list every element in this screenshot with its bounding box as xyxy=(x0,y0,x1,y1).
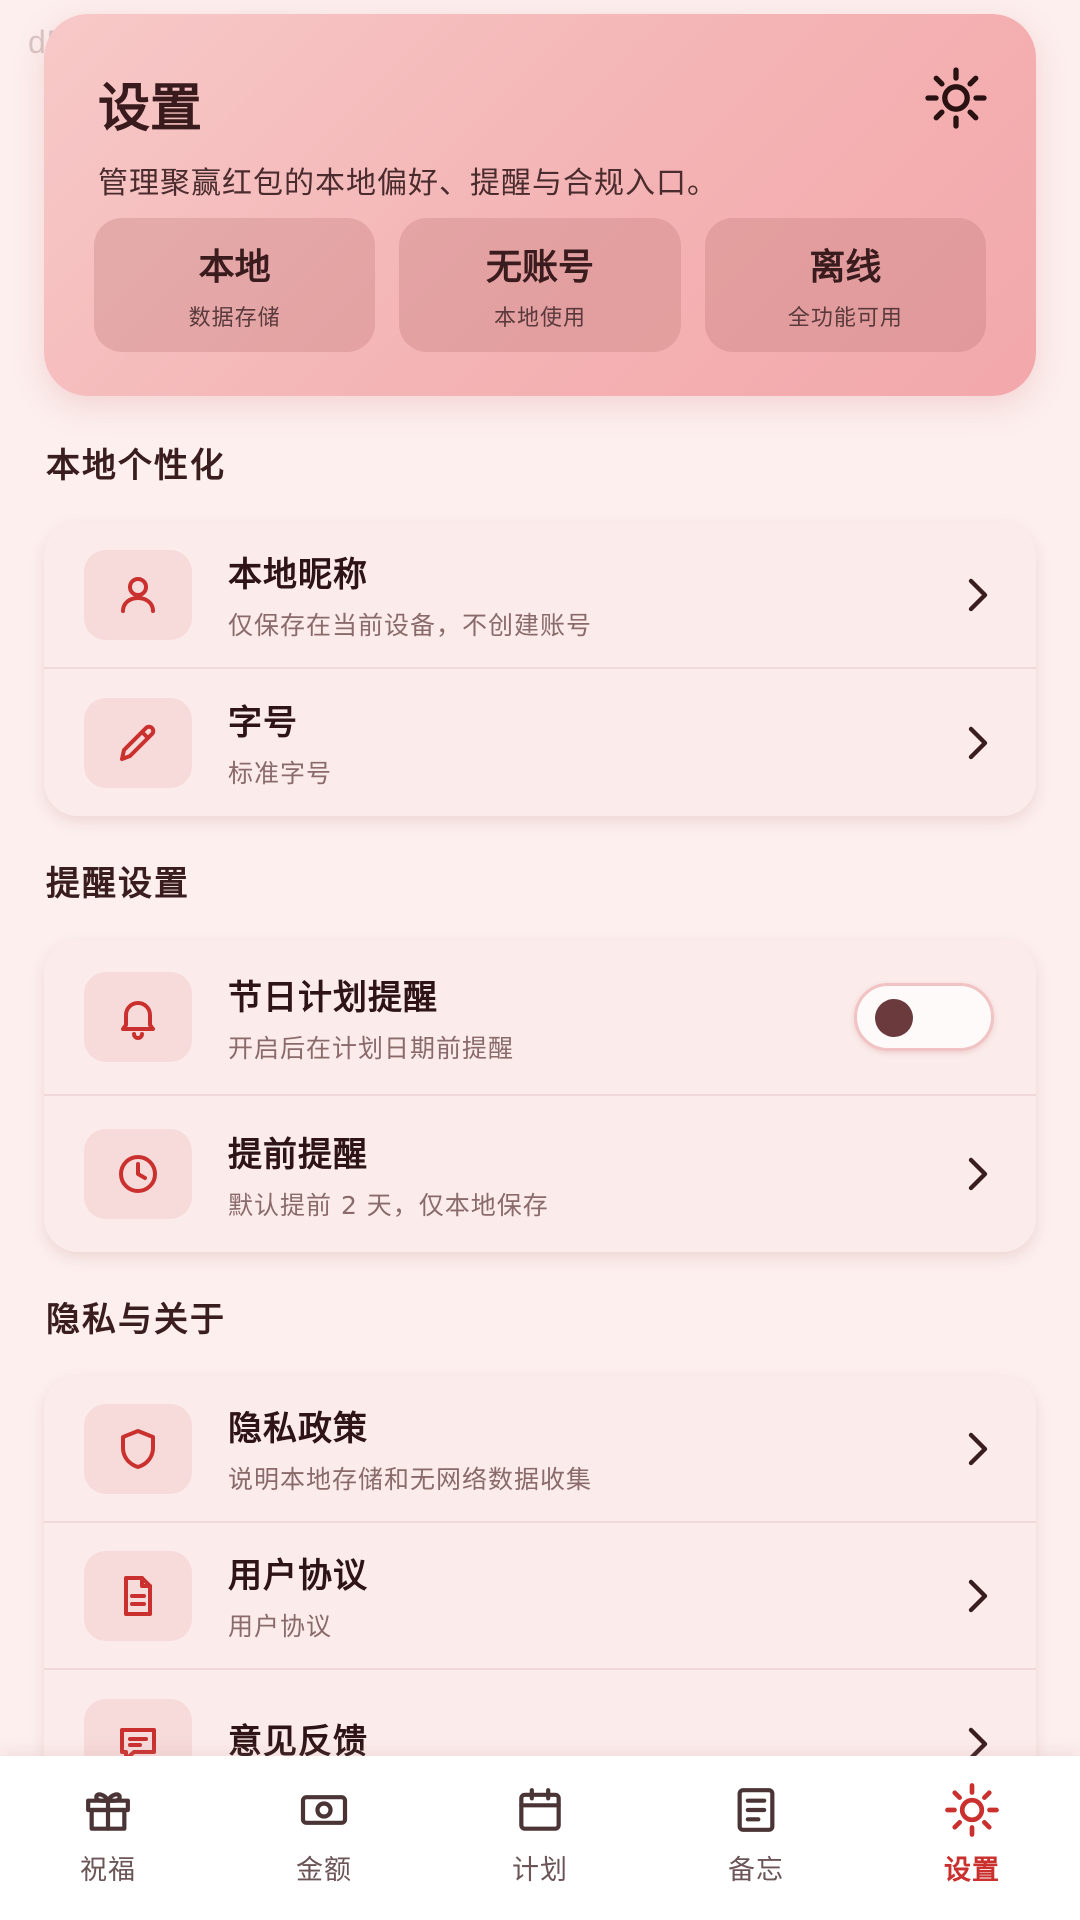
nav-label: 备忘 xyxy=(728,1855,784,1886)
nav-label: 金额 xyxy=(296,1855,352,1886)
chevron-right-icon xyxy=(968,1432,988,1465)
banknote-icon xyxy=(300,1795,348,1825)
row-subtitle: 用户协议 xyxy=(228,1612,333,1641)
row-subtitle: 标准字号 xyxy=(228,759,333,788)
section-title-privacy: 隐私与关于 xyxy=(46,1300,226,1340)
row-subtitle: 开启后在计划日期前提醒 xyxy=(228,1033,515,1063)
row-title: 字号 xyxy=(228,703,298,743)
shield-icon xyxy=(84,1403,192,1494)
chevron-right-icon xyxy=(968,726,988,759)
gear-icon xyxy=(945,1783,999,1837)
chip-subtitle: 本地使用 xyxy=(493,306,586,331)
row-subtitle: 说明本地存储和无网络数据收集 xyxy=(228,1465,593,1494)
settings-row-advance-reminder[interactable]: 提前提醒 默认提前 2 天，仅本地保存 xyxy=(44,1096,1036,1252)
chip-title: 本地 xyxy=(198,247,271,288)
holiday-reminder-toggle[interactable] xyxy=(854,983,994,1051)
nav-item-blessing[interactable]: 祝福 xyxy=(0,1756,216,1920)
nav-item-plan[interactable]: 计划 xyxy=(432,1756,648,1920)
settings-row-privacy-policy[interactable]: 隐私政策 说明本地存储和无网络数据收集 xyxy=(44,1376,1036,1523)
personalization-card: 本地昵称 仅保存在当前设备，不创建账号 字号 标准字号 xyxy=(44,522,1036,816)
reminder-card: 节日计划提醒 开启后在计划日期前提醒 提前提醒 默认提前 2 天，仅本地保存 xyxy=(44,940,1036,1252)
clock-icon xyxy=(84,1129,192,1219)
chip-title: 无账号 xyxy=(485,247,594,288)
chevron-right-icon xyxy=(968,1157,988,1191)
row-title: 本地昵称 xyxy=(228,555,368,595)
settings-row-holiday-reminder: 节日计划提醒 开启后在计划日期前提醒 xyxy=(44,940,1036,1096)
chip-local-storage: 本地 数据存储 xyxy=(94,218,376,352)
settings-row-nickname[interactable]: 本地昵称 仅保存在当前设备，不创建账号 xyxy=(44,522,1036,669)
pencil-icon xyxy=(84,697,192,788)
nav-item-amount[interactable]: 金额 xyxy=(216,1756,432,1920)
row-title: 提前提醒 xyxy=(228,1134,368,1175)
bell-icon xyxy=(84,972,192,1062)
section-title-personalization: 本地个性化 xyxy=(46,446,226,486)
chip-no-account: 无账号 本地使用 xyxy=(399,218,681,352)
settings-row-user-agreement[interactable]: 用户协议 用户协议 xyxy=(44,1523,1036,1670)
nav-item-memo[interactable]: 备忘 xyxy=(648,1756,864,1920)
row-subtitle: 仅保存在当前设备，不创建账号 xyxy=(228,611,593,640)
notes-icon xyxy=(737,1788,775,1832)
chip-subtitle: 数据存储 xyxy=(188,306,281,331)
page-description: 管理聚赢红包的本地偏好、提醒与合规入口。 xyxy=(98,166,718,201)
status-chips: 本地 数据存储 无账号 本地使用 离线 全功能可用 xyxy=(94,218,986,352)
bottom-nav: 祝福 金额 计划 备忘 设置 xyxy=(0,1756,1080,1920)
toggle-knob xyxy=(875,999,913,1037)
row-title: 节日计划提醒 xyxy=(228,977,438,1018)
row-subtitle: 默认提前 2 天，仅本地保存 xyxy=(228,1190,549,1220)
row-title: 隐私政策 xyxy=(228,1409,368,1449)
calendar-icon xyxy=(519,1788,561,1831)
settings-header-card: 设置 管理聚赢红包的本地偏好、提醒与合规入口。 本地 数据存储 无账号 本地使用… xyxy=(44,14,1036,396)
document-icon xyxy=(84,1550,192,1641)
nav-label: 设置 xyxy=(944,1855,1000,1886)
nav-label: 祝福 xyxy=(80,1855,136,1886)
user-icon xyxy=(84,549,192,640)
page-title: 设置 xyxy=(98,79,203,139)
row-title: 用户协议 xyxy=(228,1556,368,1596)
gear-icon[interactable] xyxy=(924,66,988,130)
chevron-right-icon xyxy=(968,578,988,611)
nav-label: 计划 xyxy=(512,1855,568,1886)
section-title-reminders: 提醒设置 xyxy=(46,864,190,904)
nav-item-settings[interactable]: 设置 xyxy=(864,1756,1080,1920)
privacy-card: 隐私政策 说明本地存储和无网络数据收集 用户协议 用户协议 意见反馈 xyxy=(44,1376,1036,1796)
gift-icon xyxy=(86,1792,130,1831)
chip-title: 离线 xyxy=(809,247,882,288)
chip-offline: 离线 全功能可用 xyxy=(704,218,986,352)
chevron-right-icon xyxy=(968,1579,988,1612)
settings-row-font-size[interactable]: 字号 标准字号 xyxy=(44,669,1036,816)
chip-subtitle: 全功能可用 xyxy=(787,306,903,331)
